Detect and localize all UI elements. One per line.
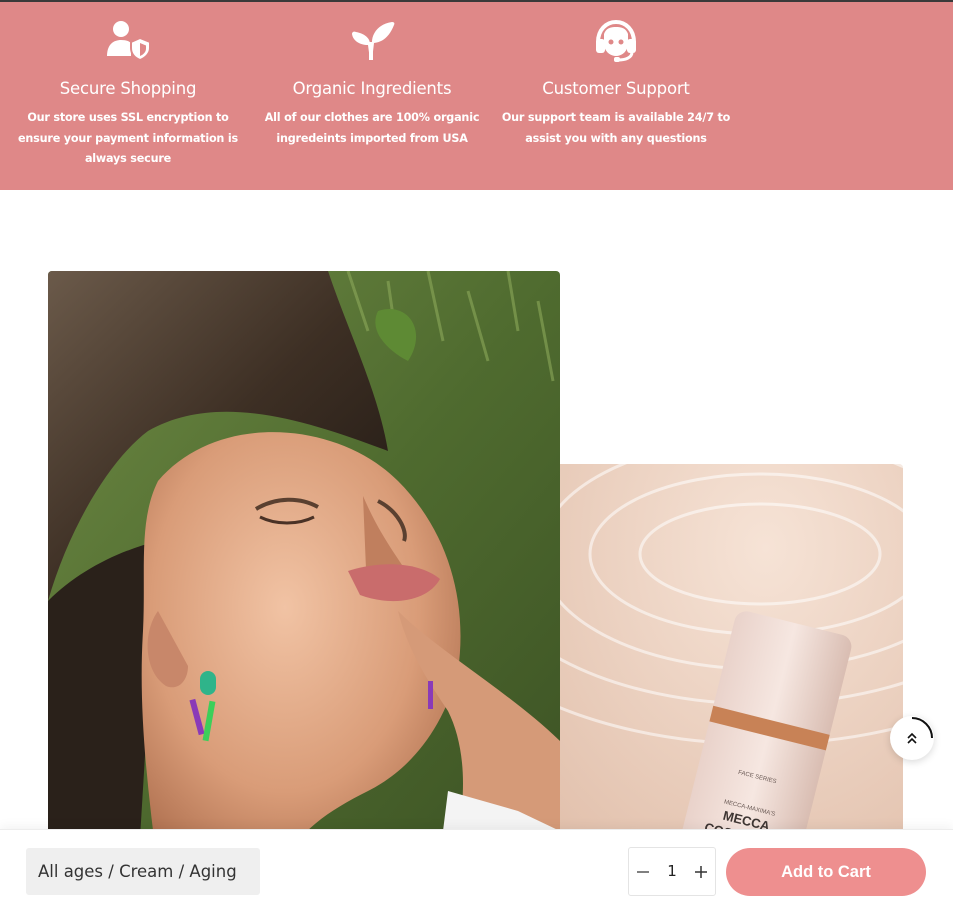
feature-description: Our support team is available 24/7 to as… <box>501 111 731 145</box>
user-shield-icon <box>107 21 151 62</box>
feature-band: Secure Shopping Our store uses SSL encry… <box>0 2 953 190</box>
model-lifestyle-image <box>48 271 560 871</box>
product-water-image: FACE SERIES MECCA-MAXIMA'S MECCA COSMETI… <box>560 464 903 884</box>
variant-select[interactable]: All ages / Cream / Aging <box>26 848 260 895</box>
feature-title: Secure Shopping <box>59 79 197 98</box>
scroll-to-top-button[interactable] <box>890 716 934 760</box>
double-chevron-up-icon <box>907 717 933 744</box>
quantity-decrease-button[interactable] <box>629 848 657 895</box>
minus-icon <box>637 871 649 873</box>
quantity-stepper: 1 <box>628 847 716 896</box>
sticky-add-to-cart-bar: All ages / Cream / Aging 1 Add to Cart <box>0 829 953 908</box>
quantity-increase-button[interactable] <box>687 848 715 895</box>
quantity-input[interactable]: 1 <box>657 848 687 895</box>
feature-title: Organic Ingredients <box>292 79 452 98</box>
feature-description: Our store uses SSL encryption to ensure … <box>18 111 238 165</box>
feature-title: Customer Support <box>542 79 690 98</box>
add-to-cart-button[interactable]: Add to Cart <box>726 848 926 896</box>
plus-icon <box>695 866 707 878</box>
headset-icon <box>596 19 636 62</box>
feature-description: All of our clothes are 100% organic ingr… <box>264 111 480 145</box>
sprout-icon <box>352 22 395 60</box>
